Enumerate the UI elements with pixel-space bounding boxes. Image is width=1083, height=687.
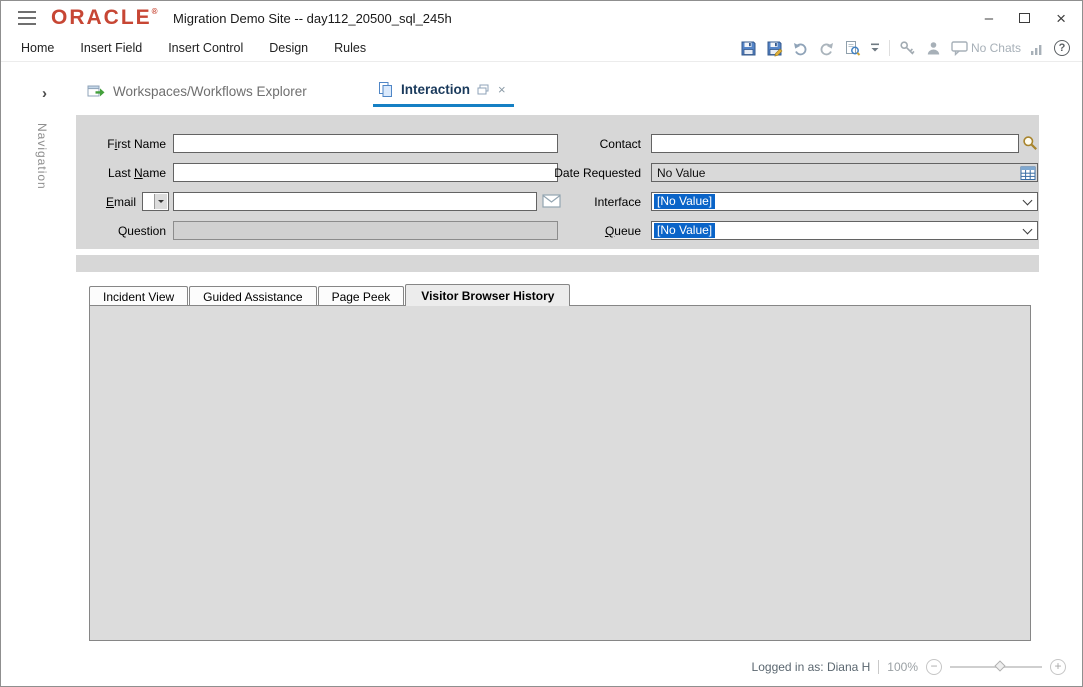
tab-visitor-browser-history[interactable]: Visitor Browser History	[405, 284, 570, 306]
toolbar-options-button[interactable]	[870, 42, 880, 54]
question-input	[173, 221, 558, 240]
toolbar-separator	[889, 40, 890, 56]
tab-label: Workspaces/Workflows Explorer	[113, 84, 307, 99]
view-tab-strip: Incident View Guided Assistance Page Pee…	[89, 284, 571, 306]
queue-label: Queue	[517, 224, 641, 238]
pages-icon	[377, 81, 394, 98]
tab-close-icon[interactable]: ×	[498, 82, 506, 97]
question-label: Question	[41, 224, 166, 238]
form-background-strip	[76, 255, 1039, 272]
zoom-slider-thumb[interactable]	[994, 660, 1005, 671]
user-status-button[interactable]	[925, 40, 942, 57]
zoom-slider[interactable]	[950, 666, 1042, 668]
zoom-out-button[interactable]: −	[926, 659, 942, 675]
queue-dropdown[interactable]: [No Value]	[651, 221, 1038, 240]
first-name-input[interactable]	[173, 134, 558, 153]
menu-item-insert-field[interactable]: Insert Field	[80, 41, 142, 55]
toolbar: No Chats ?	[740, 35, 1070, 61]
minimize-button[interactable]: –	[985, 11, 993, 26]
email-label: Email	[41, 195, 136, 209]
interface-label: Interface	[517, 195, 641, 209]
close-button[interactable]: ×	[1056, 10, 1066, 27]
email-input[interactable]	[173, 192, 537, 211]
date-requested-value: No Value	[657, 166, 705, 180]
interface-selected-value: [No Value]	[654, 194, 715, 209]
statistics-button[interactable]	[1030, 41, 1045, 56]
navigation-expand-chevron-icon[interactable]: ›	[42, 85, 47, 102]
contact-search-button[interactable]	[1022, 135, 1038, 151]
date-requested-label: Date Requested	[517, 166, 641, 180]
visitor-browser-history-panel	[89, 305, 1031, 641]
status-divider	[878, 660, 879, 674]
menu-item-insert-control[interactable]: Insert Control	[168, 41, 243, 55]
help-button[interactable]: ?	[1054, 40, 1070, 56]
menu-item-home[interactable]: Home	[21, 41, 54, 55]
no-chats-label: No Chats	[971, 41, 1021, 55]
menu-item-design[interactable]: Design	[269, 41, 308, 55]
titlebar: ORACLE® Migration Demo Site -- day112_20…	[1, 1, 1082, 35]
redo-icon	[818, 40, 835, 57]
undo-icon	[792, 40, 809, 57]
chevron-down-icon	[154, 194, 167, 209]
tab-incident-view[interactable]: Incident View	[89, 286, 188, 306]
email-type-dropdown[interactable]	[142, 192, 169, 211]
window-title: Migration Demo Site -- day112_20500_sql_…	[173, 11, 452, 26]
zoom-level: 100%	[887, 660, 918, 674]
redo-button[interactable]	[818, 40, 835, 57]
save-button[interactable]	[740, 40, 757, 57]
undo-button[interactable]	[792, 40, 809, 57]
first-name-label: First Name	[41, 137, 166, 151]
save-as-button[interactable]	[766, 40, 783, 57]
status-bar: Logged in as: Diana H 100% − +	[752, 659, 1066, 675]
logged-in-text: Logged in as: Diana H	[752, 660, 871, 674]
chat-status-button[interactable]: No Chats	[951, 40, 1021, 56]
tab-guided-assistance[interactable]: Guided Assistance	[189, 286, 316, 306]
tab-workspaces-explorer[interactable]: Workspaces/Workflows Explorer	[87, 83, 307, 99]
contact-label: Contact	[517, 137, 641, 151]
save-icon	[740, 40, 757, 57]
app-window: ORACLE® Migration Demo Site -- day112_20…	[0, 0, 1083, 687]
tab-page-peek[interactable]: Page Peek	[318, 286, 405, 306]
chevron-down-icon	[1023, 225, 1033, 235]
tab-label: Interaction	[401, 82, 470, 97]
document-search-icon	[844, 40, 861, 57]
preview-button[interactable]	[844, 40, 861, 57]
tab-interaction[interactable]: Interaction ×	[373, 81, 514, 107]
save-as-icon	[766, 40, 783, 57]
bar-chart-icon	[1030, 41, 1045, 56]
zoom-in-button[interactable]: +	[1050, 659, 1066, 675]
date-requested-field[interactable]: No Value	[651, 163, 1038, 182]
last-name-input[interactable]	[173, 163, 558, 182]
queue-selected-value: [No Value]	[654, 223, 715, 238]
permissions-button[interactable]	[899, 40, 916, 57]
maximize-button[interactable]	[1019, 11, 1030, 26]
menu-item-rules[interactable]: Rules	[334, 41, 366, 55]
maximize-icon	[1019, 13, 1030, 23]
calendar-icon[interactable]	[1020, 165, 1036, 184]
last-name-label: Last Name	[41, 166, 166, 180]
window-controls: – ×	[985, 1, 1066, 35]
key-icon	[899, 40, 916, 57]
search-icon	[1022, 135, 1038, 151]
interface-dropdown[interactable]: [No Value]	[651, 192, 1038, 211]
contact-input[interactable]	[651, 134, 1019, 153]
hamburger-menu-icon[interactable]	[18, 11, 36, 25]
chevron-down-icon	[1023, 196, 1033, 206]
menu-items: Home Insert Field Insert Control Design …	[21, 35, 366, 61]
menu-bar: Home Insert Field Insert Control Design …	[1, 35, 1082, 62]
user-icon	[925, 40, 942, 57]
chevron-down-icon	[870, 42, 880, 54]
tab-restore-icon[interactable]	[477, 84, 489, 95]
chat-icon	[951, 40, 969, 56]
workflow-icon	[87, 83, 105, 99]
oracle-logo: ORACLE®	[51, 6, 158, 30]
